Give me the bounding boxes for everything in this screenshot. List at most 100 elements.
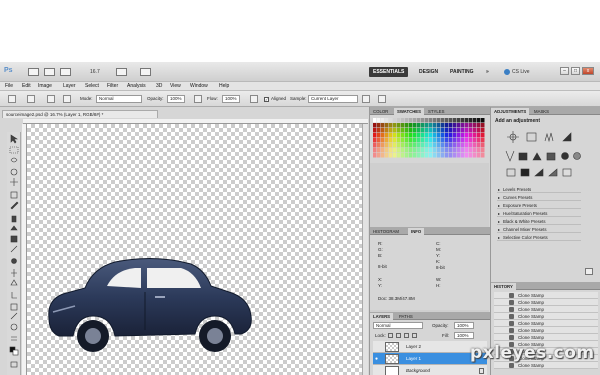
layer-row-background[interactable]: Background <box>373 365 487 375</box>
aligned-checkbox[interactable]: ✓ <box>264 97 269 102</box>
info-b: B: <box>378 253 383 258</box>
brush-preset-icon[interactable] <box>27 95 35 103</box>
lock-pixels-icon[interactable] <box>396 333 401 338</box>
adjustments-title: Add an adjustment <box>495 118 541 124</box>
workspace-essentials[interactable]: ESSENTIALS <box>369 67 409 77</box>
menu-3d[interactable]: 3D <box>156 83 162 89</box>
history-item[interactable]: Clone Stamp <box>494 362 598 369</box>
maximize-button[interactable]: □ <box>571 67 580 75</box>
cs-live-label[interactable]: CS Live <box>512 69 530 75</box>
menu-window[interactable]: Window <box>190 83 208 89</box>
flow-label: Flow: <box>207 96 218 101</box>
layer-opacity-input[interactable]: 100% <box>454 322 474 329</box>
brush-panel-icon[interactable] <box>47 95 55 103</box>
tab-color[interactable]: COLOR <box>370 108 391 115</box>
preset-hue-saturation[interactable]: Hue/Saturation Presets <box>497 211 581 217</box>
menu-file[interactable]: File <box>5 83 13 89</box>
history-item[interactable]: Clone Stamp <box>494 299 598 306</box>
menu-select[interactable]: Select <box>85 83 99 89</box>
preset-channel-mixer[interactable]: Channel Mixer Presets <box>497 227 581 233</box>
tab-history[interactable]: HISTORY <box>491 283 516 290</box>
lock-icon <box>479 368 484 374</box>
tab-info[interactable]: INFO <box>408 228 425 235</box>
workspace-design[interactable]: DESIGN <box>415 67 442 77</box>
menu-view[interactable]: View <box>170 83 181 89</box>
info-w: W: <box>436 277 442 282</box>
zoom-level[interactable]: 16.7 <box>90 69 100 75</box>
menu-filter[interactable]: Filter <box>107 83 118 89</box>
lock-all-icon[interactable] <box>412 333 417 338</box>
layer-name[interactable]: Layer 2 <box>406 344 421 349</box>
workspace-painting[interactable]: PAINTING <box>446 67 478 77</box>
tab-masks[interactable]: MASKS <box>531 108 552 115</box>
workspace-more[interactable]: » <box>482 67 493 77</box>
preset-curves[interactable]: Curves Presets <box>497 195 581 201</box>
menu-bar: File Edit Image Layer Select Filter Anal… <box>0 82 600 91</box>
history-item[interactable]: Clone Stamp <box>494 313 598 320</box>
clone-stamp-tool-preset-icon[interactable] <box>8 95 16 103</box>
layer-name[interactable]: Background <box>406 368 430 373</box>
tab-layers[interactable]: LAYERS <box>370 313 394 320</box>
tab-adjustments[interactable]: ADJUSTMENTS <box>491 108 530 115</box>
visibility-eye-icon[interactable] <box>375 344 381 350</box>
tab-styles[interactable]: STYLES <box>425 108 447 115</box>
pressure-opacity-icon[interactable] <box>194 95 202 103</box>
mode-select[interactable]: Normal <box>96 95 142 103</box>
history-item[interactable]: Clone Stamp <box>494 334 598 341</box>
bridge-icon[interactable] <box>28 68 39 76</box>
sample-label: Sample: <box>290 96 307 101</box>
visibility-eye-icon[interactable] <box>375 368 381 374</box>
document-tab[interactable]: sourceimage2.psd @ 16.7% (Layer 1, RGB/8… <box>2 110 158 118</box>
menu-help[interactable]: Help <box>219 83 229 89</box>
adjustments-panel-tabs: ADJUSTMENTS MASKS <box>491 107 600 115</box>
canvas-vertical-scrollbar[interactable] <box>362 124 368 375</box>
tab-swatches[interactable]: SWATCHES <box>394 108 425 115</box>
close-button[interactable]: x <box>582 67 594 75</box>
preset-selective-color[interactable]: Selective Color Presets <box>497 235 581 241</box>
app-logo: Ps <box>4 67 13 74</box>
pressure-size-icon[interactable] <box>378 95 386 103</box>
menu-image[interactable]: Image <box>38 83 52 89</box>
tab-histogram[interactable]: HISTOGRAM <box>370 228 402 235</box>
history-item[interactable]: Clone Stamp <box>494 320 598 327</box>
layer-thumbnail <box>385 366 399 375</box>
sample-select[interactable]: Current Layer <box>308 95 358 103</box>
preset-black-white[interactable]: Black & White Presets <box>497 219 581 225</box>
minibridge-icon[interactable] <box>44 68 55 76</box>
screen-mode-icon[interactable] <box>140 68 151 76</box>
tab-paths[interactable]: PATHS <box>396 313 416 320</box>
info-c: C: <box>436 241 441 246</box>
document-canvas[interactable] <box>27 124 368 375</box>
ignore-adjustment-icon[interactable] <box>362 95 370 103</box>
layer-blend-mode-select[interactable]: Normal <box>373 322 423 329</box>
cs-live-icon <box>504 69 510 75</box>
fill-input[interactable]: 100% <box>454 332 474 339</box>
opacity-label: Opacity: <box>147 96 164 101</box>
menu-analysis[interactable]: Analysis <box>127 83 146 89</box>
adjustment-footer-icon[interactable] <box>585 268 593 275</box>
history-item[interactable]: Clone Stamp <box>494 327 598 334</box>
layer-name[interactable]: Layer 1 <box>406 356 421 361</box>
lock-position-icon[interactable] <box>404 333 409 338</box>
visibility-eye-icon[interactable]: ● <box>375 356 381 362</box>
arrange-docs-icon[interactable] <box>116 68 127 76</box>
lock-transparent-icon[interactable] <box>388 333 393 338</box>
airbrush-icon[interactable] <box>250 95 258 103</box>
swatch-grid[interactable] <box>373 118 487 158</box>
extras-icon[interactable] <box>60 68 71 76</box>
preset-levels[interactable]: Levels Presets <box>497 187 581 193</box>
adjustment-icon-grid[interactable] <box>501 131 591 181</box>
menu-edit[interactable]: Edit <box>22 83 31 89</box>
history-item[interactable]: Clone Stamp <box>494 292 598 299</box>
info-m: M: <box>436 247 441 252</box>
preset-exposure[interactable]: Exposure Presets <box>497 203 581 209</box>
clone-source-icon[interactable] <box>63 95 71 103</box>
menu-layer[interactable]: Layer <box>63 83 76 89</box>
flow-input[interactable]: 100% <box>222 95 240 103</box>
info-bit-1: 8-bit <box>378 264 387 269</box>
history-item[interactable]: Clone Stamp <box>494 306 598 313</box>
layer-thumbnail <box>385 354 399 364</box>
middle-panel-dock: COLOR SWATCHES STYLES HISTOGRAM INFO R: … <box>369 107 490 375</box>
minimize-button[interactable]: – <box>560 67 569 75</box>
opacity-input[interactable]: 100% <box>167 95 185 103</box>
